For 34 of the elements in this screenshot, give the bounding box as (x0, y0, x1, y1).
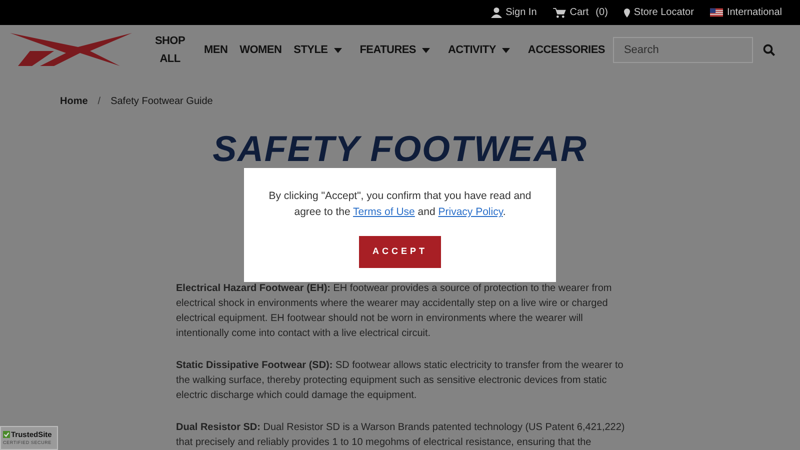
paragraph: Electrical Hazard Footwear (EH): EH footwear provides a source of protection to the wearer from electrical shock in environments where the wearer may accidentally step on a live wire or charged electrical equipment. EH footwear should not be worn in environments where the wearer will intentionally come into contact with a live electrical circuit. (176, 282, 613, 341)
caret-icon (422, 48, 430, 52)
terms-link[interactable]: Terms of Use (353, 206, 415, 218)
search-field[interactable]: Search (612, 37, 753, 63)
user-icon (490, 7, 502, 18)
nav-item[interactable]: MEN (204, 42, 228, 58)
top-bar-link[interactable]: International (726, 5, 782, 20)
privacy-link[interactable]: Privacy Policy (438, 206, 503, 218)
nav-item[interactable]: ACCESSORIES (528, 42, 605, 58)
paragraph: Dual Resistor SD: Dual Resistor SD is a Warson Brands patented technology (US Patent 6,421,222) that precisely and reliably provides 1 to 10 megohms of electrical resistance, ensuring that the (176, 421, 626, 450)
logo-icon[interactable] (10, 33, 132, 67)
nav-item[interactable]: ACTIVITY (448, 42, 510, 58)
page-title: SAFETY FOOTWEAR (212, 127, 588, 171)
flag-icon (710, 8, 723, 17)
breadcrumb-link[interactable]: Home (60, 94, 88, 109)
top-bar-link[interactable]: Cart (570, 5, 589, 20)
top-bar-link[interactable]: Store Locator (634, 5, 694, 20)
pin-icon (624, 8, 630, 18)
paragraph: Static Dissipative Footwear (SD): SD footwear allows static electricity to transfer from the wearer to the walking surface, thereby protecting equipment such as sensitive electronic devices from static electric discharge which could damage the equipment. (176, 359, 624, 403)
nav-item[interactable]: FEATURES (360, 42, 430, 58)
caret-icon (502, 48, 510, 52)
top-bar-link[interactable]: Sign In (506, 5, 537, 20)
caret-icon (334, 48, 342, 52)
breadcrumb-link[interactable]: Safety Footwear Guide (110, 94, 213, 109)
nav-item[interactable]: SHOP ALL (152, 32, 188, 68)
consent-text: By clicking "Accept", you confirm that you have read and agree to the Terms of Use and Privacy Policy. (268, 189, 532, 220)
search-icon[interactable] (762, 44, 775, 56)
cart-icon (552, 8, 566, 18)
cart-count: (0) (596, 6, 608, 20)
nav-item[interactable]: WOMEN (240, 42, 282, 58)
breadcrumb-separator: / (98, 95, 101, 109)
check-icon (3, 431, 10, 438)
accept-button[interactable]: ACCEPT (359, 236, 441, 268)
nav-item[interactable]: STYLE (294, 42, 342, 58)
